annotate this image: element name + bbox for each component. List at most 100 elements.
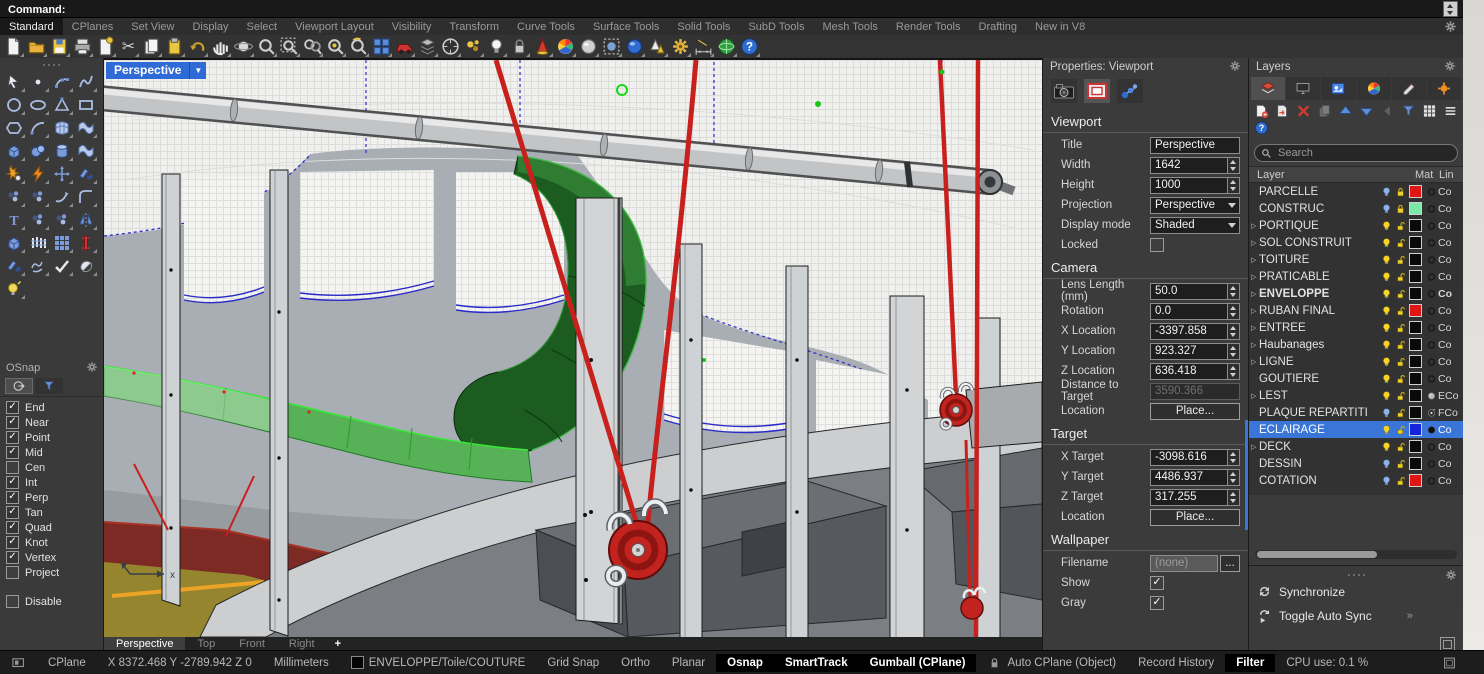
spotlight-cone-icon[interactable] (532, 36, 553, 57)
layer-name[interactable]: PRATICABLE (1259, 271, 1379, 283)
mirror-icon[interactable] (76, 210, 98, 231)
spinner-z-target[interactable] (1228, 489, 1240, 506)
cpu-usage[interactable]: CPU use: 0.1 % (1275, 654, 1379, 672)
layer-visibility-bulb-icon[interactable] (1379, 407, 1393, 419)
select-display-mode[interactable]: Shaded (1150, 217, 1240, 234)
cones-icon[interactable] (647, 36, 668, 57)
shaded-view-icon[interactable] (76, 256, 98, 277)
layer-visibility-bulb-icon[interactable] (1379, 203, 1393, 215)
layers-column-headers[interactable]: Layer Mat Lin (1249, 166, 1463, 183)
input-y-location[interactable]: 923.327 (1150, 343, 1228, 360)
layer-visibility-bulb-icon[interactable] (1379, 237, 1393, 249)
spinner-lens-length-mm[interactable] (1228, 283, 1240, 300)
zoom-target-icon[interactable] (348, 36, 369, 57)
layer-material-icon[interactable] (1424, 203, 1438, 215)
expand-arrow-icon[interactable]: ▷ (1251, 307, 1259, 315)
sync-panel-grip[interactable] (1249, 568, 1463, 579)
planar-toggle[interactable]: Planar (661, 654, 716, 672)
layer-row-ligne[interactable]: ▷LIGNECo (1249, 353, 1463, 370)
layer-visibility-bulb-icon[interactable] (1379, 373, 1393, 385)
input-rotation[interactable]: 0.0 (1150, 303, 1228, 320)
layer-material-icon[interactable] (1424, 186, 1438, 198)
viewport-title-tab[interactable]: Perspective ▼ (106, 62, 206, 79)
osnap-toggle[interactable]: Osnap (716, 654, 774, 672)
select-cursor-icon[interactable] (4, 72, 26, 93)
camera-icon[interactable] (1051, 79, 1077, 103)
command-history-spinner[interactable] (1443, 1, 1458, 17)
layer-material-icon[interactable] (1424, 288, 1438, 300)
layer-material-icon[interactable] (1424, 390, 1438, 402)
rectangle-icon[interactable] (76, 95, 98, 116)
checkbox-show[interactable]: ✓ (1150, 576, 1164, 590)
layer-row-construc[interactable]: CONSTRUCCo (1249, 200, 1463, 217)
spinner-width[interactable] (1228, 157, 1240, 174)
menu-tab-standard[interactable]: Standard (0, 18, 63, 35)
osnap-checkbox-vertex[interactable]: ✓ (6, 551, 19, 564)
layer-visibility-bulb-icon[interactable] (1379, 271, 1393, 283)
viewport-tab-perspective[interactable]: Perspective (104, 637, 185, 650)
viewport-title[interactable]: Perspective (106, 62, 189, 79)
browse-button[interactable]: ... (1220, 555, 1240, 572)
check-icon[interactable] (52, 256, 74, 277)
layer-color-swatch[interactable] (1409, 321, 1422, 334)
osnap-checkbox-quad[interactable]: ✓ (6, 521, 19, 534)
layer-visibility-bulb-icon[interactable] (1379, 254, 1393, 266)
layer-lock-icon[interactable] (1393, 441, 1407, 453)
layer-row-plaque-repartiti[interactable]: PLAQUE REPARTITIFCo (1249, 404, 1463, 421)
layer-row-eclairage[interactable]: ECLAIRAGECo (1249, 421, 1463, 438)
text-icon[interactable]: T (4, 210, 26, 231)
layer-lock-icon[interactable] (1393, 288, 1407, 300)
layers-search-box[interactable] (1254, 144, 1458, 162)
box-icon[interactable] (4, 141, 26, 162)
trim-icon[interactable] (76, 164, 98, 185)
layer-name[interactable]: TOITURE (1259, 254, 1379, 266)
sphere-icon[interactable] (28, 141, 50, 162)
layer-material-icon[interactable] (1424, 475, 1438, 487)
lamp-icon[interactable] (4, 279, 26, 300)
control-point-curve-icon[interactable] (52, 72, 74, 93)
menu-tab-drafting[interactable]: Drafting (970, 18, 1027, 35)
layer-material-icon[interactable] (1424, 237, 1438, 249)
pipe-icon[interactable] (76, 233, 98, 254)
snapshot-tab-icon[interactable] (1427, 77, 1461, 100)
properties-gear-icon[interactable] (1229, 60, 1241, 75)
paste-icon[interactable] (164, 36, 185, 57)
zoom-window-icon[interactable] (279, 36, 300, 57)
cplane-compass-icon[interactable] (440, 36, 461, 57)
scatter-points-icon[interactable] (28, 210, 50, 231)
lightning-icon[interactable] (28, 164, 50, 185)
layer-color-swatch[interactable] (1409, 440, 1422, 453)
layer-row-parcelle[interactable]: PARCELLECo (1249, 183, 1463, 200)
layer-visibility-bulb-icon[interactable] (1379, 356, 1393, 368)
layer-name[interactable]: GOUTIERE (1259, 373, 1379, 385)
bend-icon[interactable] (52, 187, 74, 208)
osnap-checkbox-cen[interactable] (6, 461, 19, 474)
layer-lock-icon[interactable] (1393, 220, 1407, 232)
osnap-checkbox-end[interactable]: ✓ (6, 401, 19, 414)
lock-icon[interactable] (509, 36, 530, 57)
layer-name[interactable]: ENTREE (1259, 322, 1379, 334)
layer-linetype[interactable]: Co (1438, 458, 1459, 470)
spinner-x-target[interactable] (1228, 449, 1240, 466)
expand-arrow-icon[interactable]: ▷ (1251, 443, 1259, 451)
synchronize-button[interactable]: Synchronize (1257, 584, 1345, 599)
osnap-checkbox-near[interactable]: ✓ (6, 416, 19, 429)
gumball-toggle[interactable]: Gumball (CPlane) (859, 654, 977, 672)
select-projection[interactable]: Perspective (1150, 197, 1240, 214)
layer-color-swatch[interactable] (1409, 372, 1422, 385)
osnap-checkbox-tan[interactable]: ✓ (6, 506, 19, 519)
checkbox-locked[interactable] (1150, 238, 1164, 252)
zoom-selected-icon[interactable] (325, 36, 346, 57)
array-icon[interactable] (52, 233, 74, 254)
layer-name[interactable]: ECLAIRAGE (1259, 424, 1379, 436)
checkbox-gray[interactable]: ✓ (1150, 596, 1164, 610)
ortho-toggle[interactable]: Ortho (610, 654, 661, 672)
layer-linetype[interactable]: Co (1438, 186, 1459, 198)
layer-linetype[interactable]: FCo (1438, 407, 1459, 419)
layer-material-icon[interactable] (1424, 458, 1438, 470)
column-layer[interactable]: Layer (1257, 169, 1415, 181)
layer-row-goutiere[interactable]: GOUTIERECo (1249, 370, 1463, 387)
curved-surface-icon[interactable] (76, 141, 98, 162)
layer-row-toiture[interactable]: ▷TOITURECo (1249, 251, 1463, 268)
ellipse-icon[interactable] (28, 95, 50, 116)
